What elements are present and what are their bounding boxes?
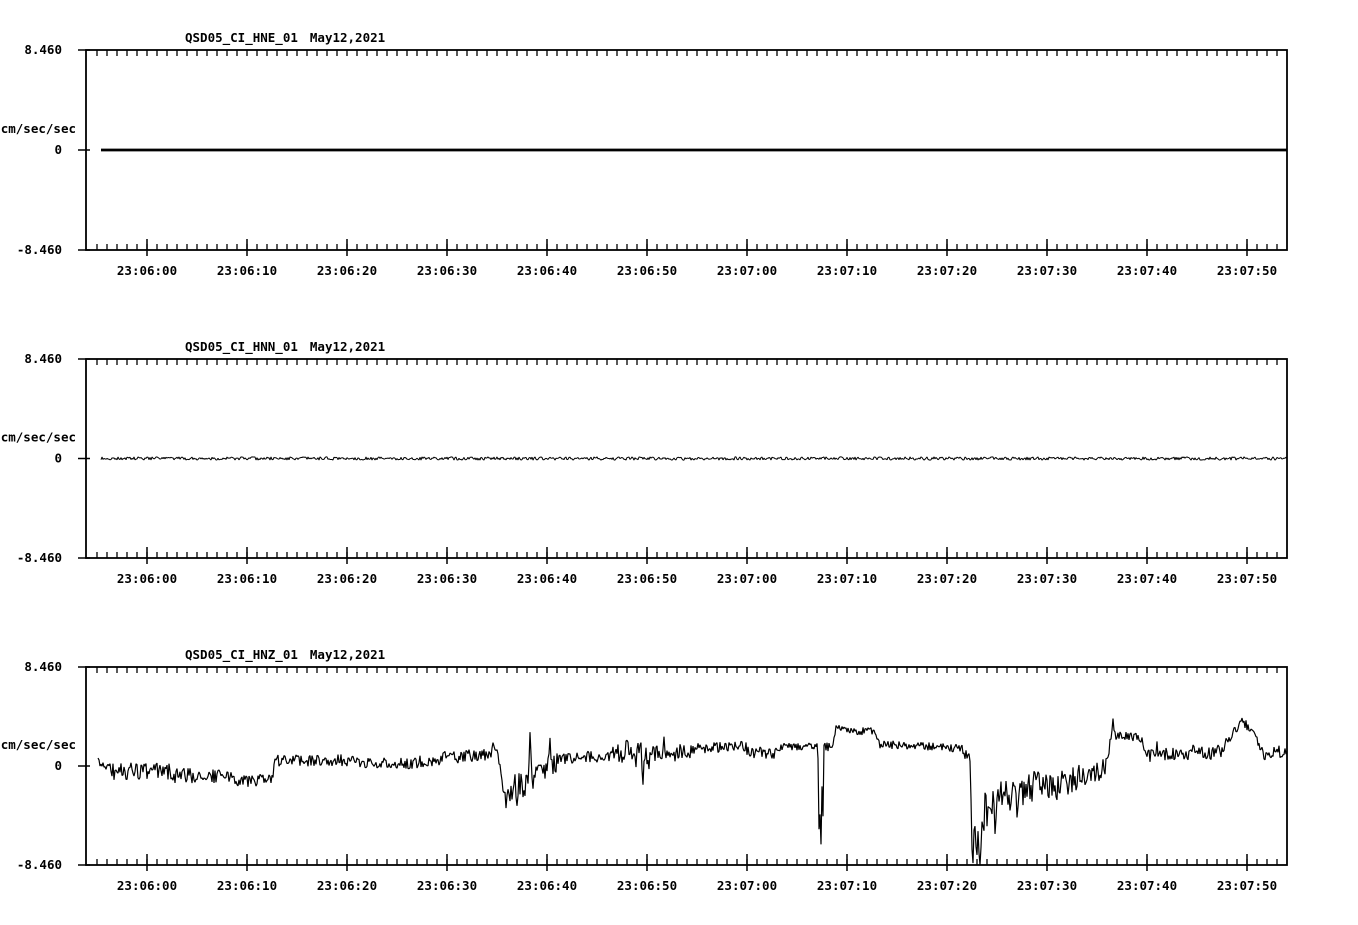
x-tick-label: 23:06:00: [117, 263, 177, 278]
x-tick-label: 23:07:00: [717, 878, 777, 893]
x-tick-label: 23:06:30: [417, 571, 477, 586]
x-tick-label: 23:07:00: [717, 571, 777, 586]
x-tick-label: 23:07:10: [817, 878, 877, 893]
date-label: May12,2021: [309, 647, 386, 662]
y-tick-label: -8.460: [17, 857, 62, 872]
panel-hnn: QSD05_CI_HNN_01 May12,2021 23:06:00 23:06…: [0, 309, 1358, 617]
y-tick-label: 0: [54, 758, 62, 773]
y-axis-ticks: [78, 358, 90, 559]
x-tick-labels: 23:06:00 23:06:10 23:06:20 23:06:30 23:06:40…: [117, 571, 1277, 586]
x-tick-label: 23:07:50: [1217, 571, 1277, 586]
axis-ticks: [78, 358, 1278, 564]
y-tick-label: -8.460: [17, 242, 62, 257]
x-tick-label: 23:07:30: [1017, 571, 1077, 586]
x-tick-label: 23:07:10: [817, 571, 877, 586]
x-tick-label: 23:07:50: [1217, 263, 1277, 278]
y-axis-unit-label: cm/sec/sec: [1, 430, 76, 445]
x-tick-label: 23:06:30: [417, 878, 477, 893]
x-tick-label: 23:06:20: [317, 263, 377, 278]
panel-plot-hnn: 23:06:00 23:06:10 23:06:20 23:06:30 23:06:40…: [1, 351, 1288, 586]
y-tick-label: 8.460: [24, 659, 62, 674]
x-tick-label: 23:07:40: [1117, 263, 1177, 278]
x-tick-label: 23:06:00: [117, 571, 177, 586]
axis-ticks: [78, 49, 1278, 256]
y-tick-label: 8.460: [24, 351, 62, 366]
x-tick-label: 23:07:40: [1117, 878, 1177, 893]
x-tick-label: 23:06:10: [217, 571, 277, 586]
x-tick-label: 23:06:50: [617, 571, 677, 586]
x-tick-label: 23:06:40: [517, 878, 577, 893]
x-tick-label: 23:07:40: [1117, 571, 1177, 586]
panel-title: QSD05_CI_HNZ_01 May12,2021: [185, 648, 385, 662]
waveform-trace: [100, 456, 1288, 461]
x-tick-labels: 23:06:00 23:06:10 23:06:20 23:06:30 23:06:40…: [117, 878, 1277, 893]
y-tick-label: -8.460: [17, 550, 62, 565]
y-axis-ticks: [78, 49, 90, 251]
y-axis-ticks: [78, 666, 90, 866]
panel-hne: QSD05_CI_HNE_01 May12,2021 23:06:00 23:06…: [0, 0, 1358, 308]
axis-box: [85, 666, 1288, 866]
x-tick-label: 23:06:00: [117, 878, 177, 893]
x-tick-label: 23:07:30: [1017, 878, 1077, 893]
date-label: May12,2021: [309, 339, 386, 354]
x-tick-label: 23:06:50: [617, 263, 677, 278]
panel-title: QSD05_CI_HNN_01 May12,2021: [185, 340, 385, 354]
seismogram-figure: QSD05_CI_HNE_01 May12,2021 23:06:00 23:06…: [0, 0, 1358, 924]
x-tick-label: 23:06:40: [517, 263, 577, 278]
x-tick-label: 23:06:30: [417, 263, 477, 278]
y-axis-unit-label: cm/sec/sec: [1, 121, 76, 136]
x-tick-label: 23:06:40: [517, 571, 577, 586]
x-tick-label: 23:07:00: [717, 263, 777, 278]
station-channel-label: QSD05_CI_HNE_01: [185, 30, 298, 45]
panel-plot-hnz: 23:06:00 23:06:10 23:06:20 23:06:30 23:06:40…: [1, 659, 1288, 893]
y-tick-label: 8.460: [24, 42, 62, 57]
y-tick-label: 0: [54, 142, 62, 157]
station-channel-label: QSD05_CI_HNN_01: [185, 339, 298, 354]
panel-title: QSD05_CI_HNE_01 May12,2021: [185, 31, 385, 45]
x-tick-label: 23:07:20: [917, 571, 977, 586]
station-channel-label: QSD05_CI_HNZ_01: [185, 647, 298, 662]
y-tick-labels: 8.460 0 -8.460: [17, 659, 62, 872]
y-axis-unit-label: cm/sec/sec: [1, 737, 76, 752]
x-tick-label: 23:07:20: [917, 878, 977, 893]
waveform-trace: [97, 717, 1288, 865]
y-tick-labels: 8.460 0 -8.460: [17, 351, 62, 565]
x-tick-label: 23:07:20: [917, 263, 977, 278]
x-tick-label: 23:06:10: [217, 878, 277, 893]
panel-plot-hne: 23:06:00 23:06:10 23:06:20 23:06:30 23:06:40…: [1, 42, 1288, 278]
date-label: May12,2021: [309, 30, 386, 45]
x-tick-labels: 23:06:00 23:06:10 23:06:20 23:06:30 23:06:40…: [117, 263, 1277, 278]
panel-hnz: QSD05_CI_HNZ_01 May12,2021 23:06:00 23:06…: [0, 617, 1358, 925]
x-tick-label: 23:06:10: [217, 263, 277, 278]
x-tick-label: 23:07:30: [1017, 263, 1077, 278]
y-tick-label: 0: [54, 451, 62, 466]
x-tick-label: 23:06:20: [317, 878, 377, 893]
y-tick-labels: 8.460 0 -8.460: [17, 42, 62, 257]
x-tick-label: 23:07:50: [1217, 878, 1277, 893]
x-tick-label: 23:06:50: [617, 878, 677, 893]
x-tick-label: 23:07:10: [817, 263, 877, 278]
x-tick-label: 23:06:20: [317, 571, 377, 586]
